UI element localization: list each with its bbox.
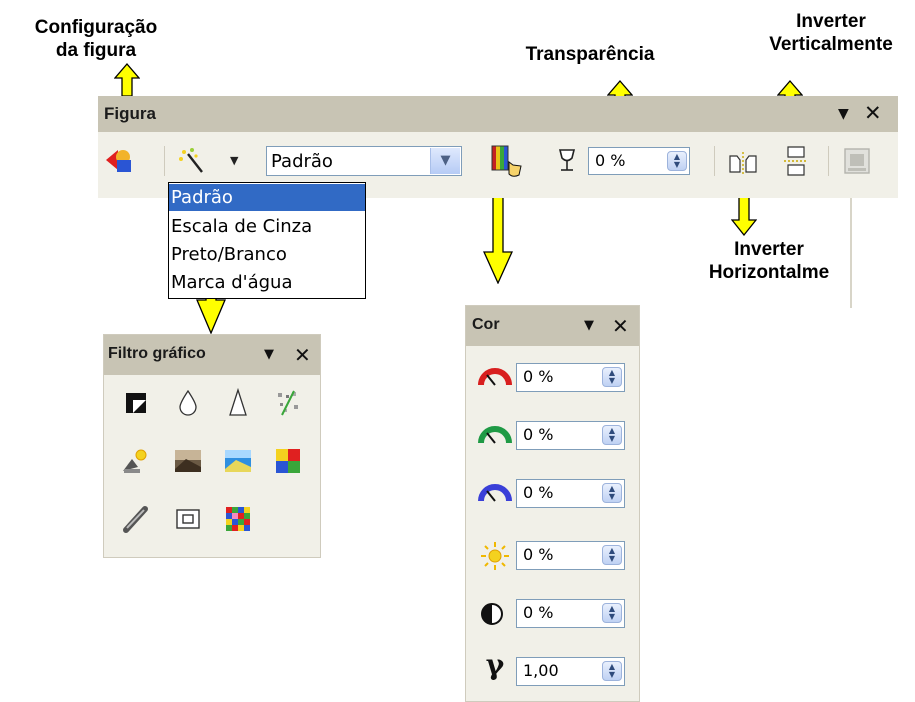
smooth-icon[interactable] xyxy=(172,387,204,419)
toolbar-separator xyxy=(714,146,715,176)
figure-properties-icon[interactable] xyxy=(842,146,872,176)
graphic-mode-dropdown: Padrão Escala de Cinza Preto/Branco Marc… xyxy=(168,182,366,299)
arrow-down-cor xyxy=(483,188,513,284)
red-value: 0 % xyxy=(523,367,554,386)
callout-transparencia: Transparência xyxy=(525,44,655,65)
contrast-value-field[interactable]: 0 % ▲ ▼ xyxy=(516,599,625,628)
dropdown-arrow-icon[interactable]: ▼ xyxy=(430,148,460,174)
dropdown-option[interactable]: Preto/Branco xyxy=(169,241,365,268)
callout-inverter-vertical-line2: Verticalmente xyxy=(769,34,893,55)
arrow-up-configuracao xyxy=(114,63,140,97)
graphic-mode-value: Padrão xyxy=(271,151,333,172)
callout-inverter-vertical-line1: Inverter xyxy=(796,11,866,32)
callout-inverter-vertical: Inverter Verticalmente xyxy=(748,10,914,56)
cor-menu-icon[interactable]: ▼ xyxy=(584,318,594,333)
remove-noise-icon[interactable] xyxy=(272,387,304,419)
spin-arrows-icon[interactable]: ▲ ▼ xyxy=(602,661,622,681)
toolbar-close-icon[interactable]: ✕ xyxy=(864,101,882,126)
filtro-close-icon[interactable]: ✕ xyxy=(294,343,311,368)
flip-horizontal-icon[interactable] xyxy=(726,148,760,176)
charcoal-sketch-icon[interactable] xyxy=(120,503,152,535)
red-gauge-icon xyxy=(478,368,512,386)
cor-titlebar[interactable]: Cor ▼ ✕ xyxy=(466,306,639,346)
callout-configuracao-line2: da figura xyxy=(55,40,137,61)
pop-art-icon[interactable] xyxy=(272,445,304,477)
filtro-titlebar[interactable]: Filtro gráfico ▼ ✕ xyxy=(104,335,320,375)
gamma-value: 1,00 xyxy=(523,661,559,680)
transparency-icon[interactable] xyxy=(556,148,580,176)
spin-arrows-icon[interactable]: ▲ ▼ xyxy=(602,483,622,503)
mosaic-icon[interactable] xyxy=(222,503,254,535)
chevron-down-icon[interactable]: ▼ xyxy=(230,154,238,167)
figure-config-icon[interactable] xyxy=(104,146,134,176)
gamma-icon: γ xyxy=(485,648,505,681)
green-value-field[interactable]: 0 % ▲ ▼ xyxy=(516,421,625,450)
green-gauge-icon xyxy=(478,426,512,444)
spin-arrows-icon[interactable]: ▲ ▼ xyxy=(602,545,622,565)
cor-close-icon[interactable]: ✕ xyxy=(612,314,629,339)
dropdown-option[interactable]: Marca d'água xyxy=(169,269,365,296)
contrast-value: 0 % xyxy=(523,603,554,622)
cor-title: Cor xyxy=(472,316,500,333)
brightness-value-field[interactable]: 0 % ▲ ▼ xyxy=(516,541,625,570)
blue-value-field[interactable]: 0 % ▲ ▼ xyxy=(516,479,625,508)
dropdown-option[interactable]: Padrão xyxy=(169,184,365,211)
spin-arrows-icon[interactable]: ▲ ▼ xyxy=(602,367,622,387)
brightness-value: 0 % xyxy=(523,545,554,564)
callout-configuracao-line1: Configuração xyxy=(34,17,158,38)
toolbar-separator xyxy=(828,146,829,176)
gamma-value-field[interactable]: 1,00 ▲ ▼ xyxy=(516,657,625,686)
graphic-filter-icon[interactable] xyxy=(178,146,212,176)
filtro-grafico-panel: Filtro gráfico ▼ ✕ xyxy=(103,334,321,558)
spin-arrows-icon[interactable]: ▲ ▼ xyxy=(602,603,622,623)
callout-configuracao: Configuração da figura xyxy=(8,16,184,62)
green-value: 0 % xyxy=(523,425,554,444)
sharpen-icon[interactable] xyxy=(222,387,254,419)
callout-inverter-horizontal-line2: Horizontalme xyxy=(708,262,830,283)
aging-icon[interactable] xyxy=(172,445,204,477)
brightness-icon xyxy=(481,542,509,570)
filtro-menu-icon[interactable]: ▼ xyxy=(264,347,274,362)
invert-icon[interactable] xyxy=(120,387,152,419)
blue-value: 0 % xyxy=(523,483,554,502)
spin-arrows-icon[interactable]: ▲ ▼ xyxy=(667,151,687,171)
dropdown-option[interactable]: Escala de Cinza xyxy=(169,213,365,240)
filtro-title: Filtro gráfico xyxy=(108,345,206,362)
blue-gauge-icon xyxy=(478,484,512,502)
graphic-mode-select[interactable]: Padrão ▼ xyxy=(266,146,462,176)
toolbar-divider-line xyxy=(850,198,852,308)
toolbar-title: Figura xyxy=(104,104,156,123)
flip-vertical-icon[interactable] xyxy=(782,144,810,180)
spin-arrows-icon[interactable]: ▲ ▼ xyxy=(602,425,622,445)
callout-inverter-horizontal: Inverter Horizontalme xyxy=(684,238,854,284)
color-icon[interactable] xyxy=(490,144,524,180)
toolbar-titlebar[interactable]: Figura ▼ ✕ xyxy=(98,96,898,132)
transparency-value: 0 % xyxy=(595,151,626,170)
cor-panel: Cor ▼ ✕ 0 % ▲ ▼ 0 % ▲ ▼ 0 % ▲ ▼ 0 % ▲ ▼ … xyxy=(465,305,640,702)
relief-icon[interactable] xyxy=(172,503,204,535)
posterize-icon[interactable] xyxy=(222,445,254,477)
red-value-field[interactable]: 0 % ▲ ▼ xyxy=(516,363,625,392)
toolbar-separator xyxy=(164,146,165,176)
solarization-icon[interactable] xyxy=(120,445,152,477)
contrast-icon xyxy=(481,603,503,625)
transparency-field[interactable]: 0 % ▲ ▼ xyxy=(588,147,690,175)
toolbar-menu-icon[interactable]: ▼ xyxy=(838,106,849,122)
callout-inverter-horizontal-line1: Inverter xyxy=(734,239,804,260)
